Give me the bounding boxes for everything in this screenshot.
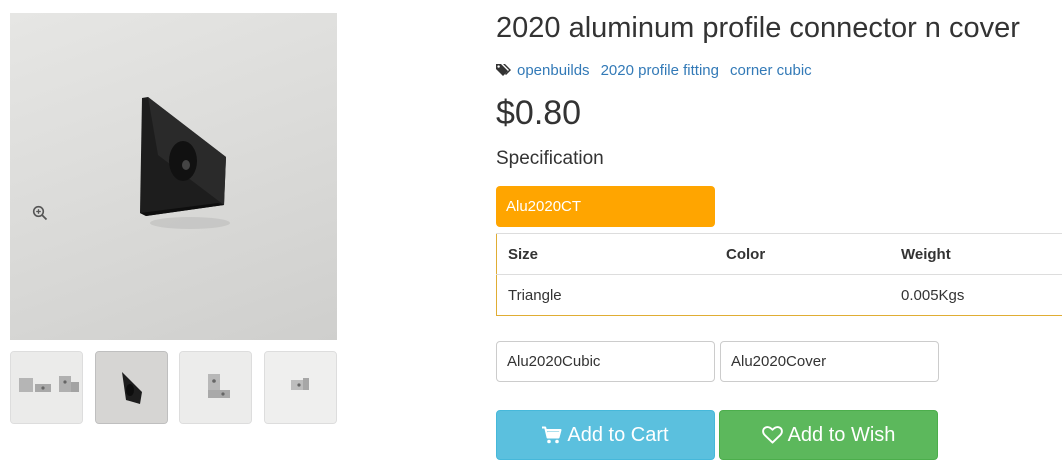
tag-link-openbuilds[interactable]: openbuilds <box>517 62 590 79</box>
spec-option-selected[interactable]: Alu2020CT <box>496 186 715 227</box>
column-header-weight: Weight <box>890 233 1062 275</box>
table-header-row: Size Color Weight <box>496 233 1062 275</box>
add-to-cart-label: Add to Cart <box>567 423 669 446</box>
tag-link-corner-cubic[interactable]: corner cubic <box>730 62 812 79</box>
tags-icon <box>496 64 511 76</box>
spec-option-alu2020cover[interactable]: Alu2020Cover <box>720 341 939 382</box>
triangle-connector-image <box>140 97 230 229</box>
column-header-size: Size <box>496 233 715 275</box>
thumbnail-2[interactable] <box>95 351 168 424</box>
thumbnail-4[interactable] <box>264 351 337 424</box>
column-header-color: Color <box>715 233 890 275</box>
add-to-wish-label: Add to Wish <box>787 423 896 446</box>
product-title: 2020 aluminum profile connector n cover <box>496 12 1020 44</box>
thumbnail-3[interactable] <box>179 351 252 424</box>
cell-weight: 0.005Kgs <box>901 286 965 304</box>
specification-heading: Specification <box>496 148 604 169</box>
tag-list: openbuilds 2020 profile fitting corner c… <box>496 59 823 81</box>
add-to-wish-button[interactable]: Add to Wish <box>719 410 938 460</box>
main-product-image[interactable] <box>10 13 337 340</box>
add-to-cart-button[interactable]: Add to Cart <box>496 410 715 460</box>
zoom-in-icon[interactable] <box>32 205 48 221</box>
heart-icon <box>761 426 783 444</box>
thumbnail-strip <box>10 351 338 424</box>
cell-size: Triangle <box>508 286 562 304</box>
thumbnail-1[interactable] <box>10 351 83 424</box>
spec-option-alu2020cubic[interactable]: Alu2020Cubic <box>496 341 715 382</box>
cell-color <box>715 275 890 316</box>
product-price: $0.80 <box>496 94 582 132</box>
shopping-cart-icon <box>542 426 562 444</box>
tag-link-2020-profile-fitting[interactable]: 2020 profile fitting <box>601 62 719 79</box>
spec-details-table: Size Color Weight Triangle 0.005Kgs <box>496 233 1062 316</box>
table-row: Triangle 0.005Kgs <box>497 275 1062 316</box>
